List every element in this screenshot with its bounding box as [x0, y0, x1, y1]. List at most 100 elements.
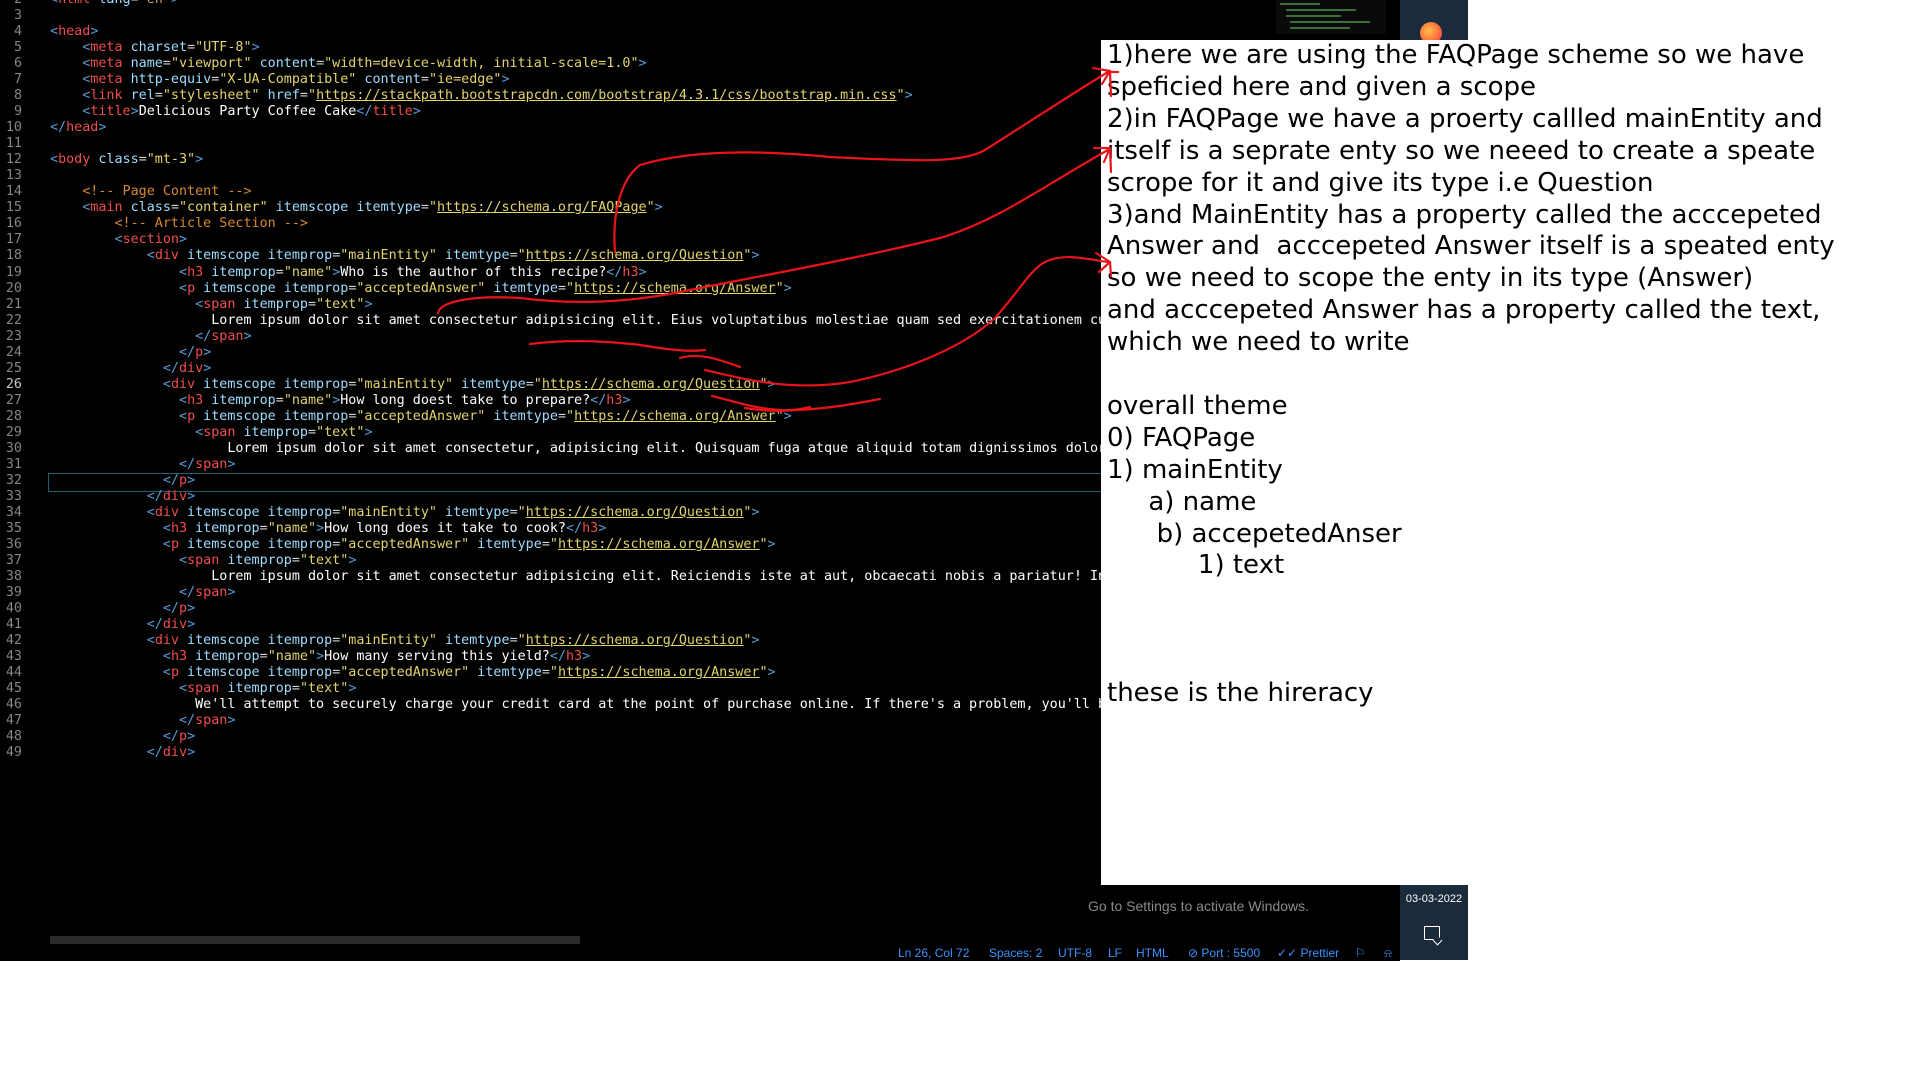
code-token: =: [420, 72, 429, 88]
code-token: >: [783, 408, 792, 424]
code-token: >: [638, 56, 647, 72]
code-token: itemscope: [195, 280, 276, 296]
cursor-position[interactable]: Ln 26, Col 72: [898, 946, 969, 960]
code-token: span: [195, 456, 228, 472]
bell-icon[interactable]: ⍾: [1384, 946, 1392, 961]
code-token: >: [187, 472, 196, 488]
notification-icon[interactable]: [1424, 926, 1440, 940]
code-token: =: [259, 520, 268, 536]
eol-setting[interactable]: LF: [1108, 946, 1122, 960]
code-token: itemtype: [437, 504, 510, 520]
code-token: class: [122, 200, 171, 216]
code-token: https://schema.org/FAQPage: [437, 200, 647, 216]
check-icon: ✓✓: [1277, 946, 1298, 960]
indentation-setting[interactable]: Spaces: 2: [989, 946, 1042, 960]
code-token: >: [203, 344, 212, 360]
language-mode[interactable]: HTML: [1136, 946, 1169, 960]
code-token: href: [259, 88, 300, 104]
code-token: "container": [179, 200, 268, 216]
activate-windows-watermark: Go to Settings to activate Windows.: [1088, 898, 1309, 914]
code-token: >: [904, 88, 913, 104]
code-token: </: [179, 713, 196, 729]
prettier-status[interactable]: ✓✓ Prettier: [1277, 946, 1339, 960]
code-token: p: [187, 280, 196, 296]
code-token: itemprop: [259, 665, 333, 681]
code-token: link: [90, 88, 123, 104]
code-token: =: [162, 56, 171, 72]
code-token: itemprop: [259, 248, 333, 264]
code-token: meta: [90, 40, 123, 56]
code-token: https://schema.org/Answer: [557, 665, 760, 681]
code-token: =: [308, 424, 317, 440]
code-token: >: [179, 232, 188, 248]
code-token: itemprop: [203, 264, 276, 280]
code-token: >: [751, 248, 760, 264]
code-token: itemprop: [259, 633, 333, 649]
code-token: "UTF-8": [195, 40, 252, 56]
code-token: "acceptedAnswer": [340, 665, 470, 681]
code-token: </: [565, 520, 583, 536]
code-token: </: [590, 392, 607, 408]
code-token: =: [291, 681, 300, 697]
note-line: 1) text: [1107, 550, 1285, 581]
status-bar: Ln 26, Col 72 Spaces: 2 UTF-8 LF HTML ⊘ …: [0, 945, 1400, 961]
code-token: p: [170, 665, 179, 681]
code-token: How long doest take to prepare?: [340, 392, 591, 408]
code-token: h3: [606, 392, 623, 408]
code-token: >: [582, 649, 591, 665]
code-token: charset: [122, 40, 188, 56]
live-server-port[interactable]: ⊘ Port : 5500: [1188, 946, 1260, 960]
code-token: "text": [316, 296, 365, 312]
note-line: which we need to write: [1107, 327, 1410, 358]
code-token: >: [130, 104, 139, 120]
feedback-icon[interactable]: ⚐: [1355, 946, 1366, 960]
code-token: >: [187, 745, 196, 761]
code-token: </: [50, 120, 67, 136]
horizontal-scrollbar[interactable]: [50, 936, 580, 944]
encoding-setting[interactable]: UTF-8: [1058, 946, 1092, 960]
code-token: span: [211, 328, 244, 344]
code-token: "acceptedAnswer": [356, 408, 486, 424]
code-token: >: [98, 120, 107, 136]
code-token: ": [566, 408, 575, 424]
code-token: </: [162, 360, 179, 376]
code-token: itemtype: [437, 248, 510, 264]
minimap[interactable]: [1276, 0, 1386, 34]
code-token: Delicious Party Coffee Cake: [138, 104, 357, 120]
code-token: "width=device-width, initial-scale=1.0": [324, 56, 639, 72]
code-token: p: [170, 537, 179, 553]
code-token: =: [541, 537, 550, 553]
code-token: How many serving this yield?: [324, 649, 550, 665]
code-token: =: [299, 88, 308, 104]
taskbar-date[interactable]: 03-03-2022: [1400, 893, 1468, 905]
code-token: =: [525, 376, 534, 392]
code-token: Who is the author of this recipe?: [340, 264, 607, 280]
code-token: https://schema.org/Answer: [574, 408, 776, 424]
code-token: =: [291, 553, 300, 569]
code-token: div: [154, 248, 179, 264]
code-token: rel: [122, 88, 155, 104]
code-token: itemprop: [275, 280, 349, 296]
code-token: ": [775, 280, 784, 296]
code-token: =: [557, 280, 566, 296]
code-token: >: [501, 72, 510, 88]
code-token: span: [187, 681, 220, 697]
notes-panel: 1)here we are using the FAQPage scheme s…: [1101, 40, 1835, 885]
code-token: >: [243, 328, 252, 344]
code-token: "mainEntity": [356, 376, 454, 392]
code-token: ": [646, 200, 655, 216]
code-token: itemtype: [485, 280, 558, 296]
code-token: =: [170, 200, 179, 216]
